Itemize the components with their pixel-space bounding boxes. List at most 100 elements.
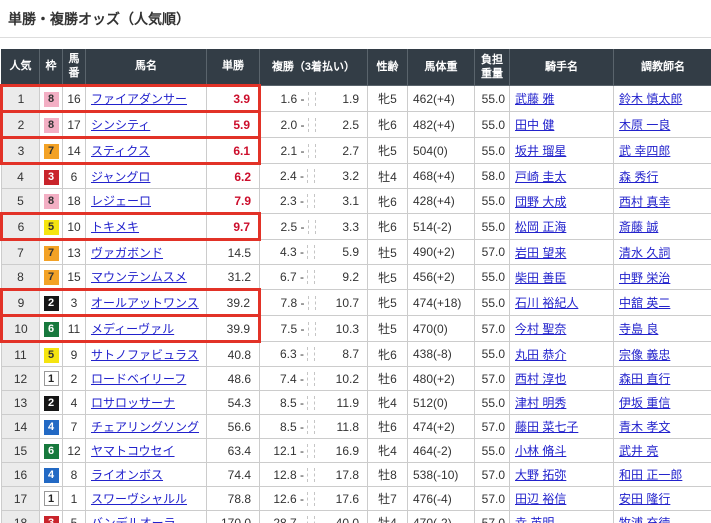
horse-name-link[interactable]: バンデルオーラ <box>91 516 176 523</box>
frame-cell: 6 <box>40 439 63 463</box>
rank-cell: 10 <box>2 316 40 342</box>
sex-age-cell: 牝5 <box>368 290 408 316</box>
horse-name-link[interactable]: レジェーロ <box>91 194 151 208</box>
jockey-link[interactable]: 団野 大成 <box>515 195 566 209</box>
trainer-link[interactable]: 安田 隆行 <box>619 492 670 506</box>
jockey-link[interactable]: 藤田 菜七子 <box>515 420 578 434</box>
jockey-link[interactable]: 松岡 正海 <box>515 220 566 234</box>
trainer-cell: 和田 正一郎 <box>614 463 711 487</box>
trainer-link[interactable]: 鈴木 慎太郎 <box>619 92 682 106</box>
place-odds-cell: 8.5 - 11.9 <box>260 391 368 415</box>
horse-name-link[interactable]: ヴァガボンド <box>91 246 163 260</box>
jockey-link[interactable]: 丸田 恭介 <box>515 348 566 362</box>
horse-name-cell: ヤマトコウセイ <box>86 439 207 463</box>
horse-name-link[interactable]: オールアットワンス <box>91 296 199 310</box>
horse-name-link[interactable]: ヤマトコウセイ <box>91 444 175 458</box>
jockey-link[interactable]: 大野 拓弥 <box>515 468 566 482</box>
frame-badge: 1 <box>44 491 59 506</box>
jockey-link[interactable]: 石川 裕紀人 <box>515 296 578 310</box>
trainer-link[interactable]: 和田 正一郎 <box>619 468 682 482</box>
table-header: 人気 枠 馬番 馬名 単勝 複勝（3着払い） 性齢 馬体重 負担 重量 騎手名 … <box>2 50 711 86</box>
place-odds-high: 2.7 <box>315 144 368 158</box>
jockey-link[interactable]: 西村 淳也 <box>515 372 566 386</box>
place-odds-low: 2.1 - <box>261 144 309 158</box>
trainer-link[interactable]: 清水 久詞 <box>619 246 670 260</box>
table-row: 13 2 4 ロサロッサーナ 54.3 8.5 - 11.9 牝4 512(0)… <box>2 391 711 415</box>
jockey-link[interactable]: 津村 明秀 <box>515 396 566 410</box>
trainer-link[interactable]: 西村 真幸 <box>619 195 670 209</box>
trainer-link[interactable]: 伊坂 重信 <box>619 396 670 410</box>
horse-name-link[interactable]: ファイアダンサー <box>91 92 187 106</box>
sex-age-cell: 牝6 <box>368 112 408 138</box>
horse-weight-cell: 470(-2) <box>408 511 475 523</box>
place-odds-low: 7.4 - <box>260 372 308 386</box>
jockey-link[interactable]: 坂井 瑠星 <box>515 144 566 158</box>
place-odds-low: 2.4 - <box>260 169 308 183</box>
frame-badge: 3 <box>44 170 59 185</box>
horse-name-link[interactable]: トキメキ <box>91 220 139 234</box>
horse-name-link[interactable]: チェアリングソング <box>91 420 199 434</box>
trainer-link[interactable]: 宗像 義忠 <box>619 348 670 362</box>
sex-age-cell: 牝4 <box>368 439 408 463</box>
rank-cell: 3 <box>2 138 40 164</box>
horse-name-link[interactable]: ジャングロ <box>91 170 150 184</box>
jockey-cell: 田辺 裕信 <box>510 487 614 511</box>
horse-name-link[interactable]: スワーヴシャルル <box>91 492 187 506</box>
horse-name-cell: レジェーロ <box>86 189 207 214</box>
trainer-link[interactable]: 森 秀行 <box>619 170 658 184</box>
horse-name-link[interactable]: シンシティ <box>91 118 150 132</box>
horse-weight-cell: 538(-10) <box>408 463 475 487</box>
jockey-link[interactable]: 田辺 裕信 <box>515 492 566 506</box>
jockey-link[interactable]: 柴田 善臣 <box>515 271 566 285</box>
jockey-link[interactable]: 田中 健 <box>515 118 554 132</box>
win-odds-cell: 7.9 <box>207 189 260 214</box>
place-odds-low: 4.3 - <box>260 245 308 259</box>
place-odds-cell: 8.5 - 11.8 <box>260 415 368 439</box>
trainer-link[interactable]: 青木 孝文 <box>619 420 670 434</box>
place-odds-cell: 2.5 - 3.3 <box>260 214 368 240</box>
rank-cell: 13 <box>2 391 40 415</box>
jockey-link[interactable]: 小林 脩斗 <box>515 444 566 458</box>
jockey-cell: 戸崎 圭太 <box>510 164 614 189</box>
rank-cell: 15 <box>2 439 40 463</box>
carried-weight-cell: 55.0 <box>475 265 510 290</box>
trainer-link[interactable]: 斎藤 誠 <box>619 220 658 234</box>
horse-name-link[interactable]: スティクス <box>91 144 150 158</box>
place-odds-cell: 2.0 - 2.5 <box>260 112 368 138</box>
win-odds-cell: 14.5 <box>207 240 260 265</box>
trainer-cell: 宗像 義忠 <box>614 342 711 367</box>
place-odds-high: 1.9 <box>315 92 368 106</box>
odds-table: 人気 枠 馬番 馬名 単勝 複勝（3着払い） 性齢 馬体重 負担 重量 騎手名 … <box>0 49 711 523</box>
horse-name-cell: サトノファビュラス <box>86 342 207 367</box>
trainer-link[interactable]: 武井 亮 <box>619 444 658 458</box>
trainer-link[interactable]: 中舘 英二 <box>619 296 670 310</box>
jockey-link[interactable]: 武藤 雅 <box>515 92 554 106</box>
horse-name-link[interactable]: メディーヴァル <box>91 322 174 336</box>
horse-name-cell: ライオンボス <box>86 463 207 487</box>
trainer-link[interactable]: 中野 栄治 <box>619 271 670 285</box>
carried-weight-cell: 57.0 <box>475 316 510 342</box>
trainer-link[interactable]: 森田 直行 <box>619 372 670 386</box>
trainer-cell: 中野 栄治 <box>614 265 711 290</box>
jockey-link[interactable]: 幸 英明 <box>515 516 554 523</box>
carried-weight-cell: 55.0 <box>475 189 510 214</box>
jockey-link[interactable]: 岩田 望来 <box>515 246 566 260</box>
carried-weight-cell: 58.0 <box>475 164 510 189</box>
horse-name-link[interactable]: サトノファビュラス <box>91 348 199 362</box>
trainer-link[interactable]: 木原 一良 <box>619 118 670 132</box>
jockey-link[interactable]: 戸崎 圭太 <box>515 170 566 184</box>
trainer-link[interactable]: 牧浦 充徳 <box>619 516 670 523</box>
jockey-link[interactable]: 今村 聖奈 <box>515 322 566 336</box>
trainer-link[interactable]: 武 幸四郎 <box>619 144 670 158</box>
table-row: 6 5 10 トキメキ 9.7 2.5 - 3.3 牝6 514(-2) 55.… <box>2 214 711 240</box>
horse-name-link[interactable]: マウンテンムスメ <box>91 270 187 284</box>
place-odds-high: 3.3 <box>315 220 368 234</box>
horse-weight-cell: 438(-8) <box>408 342 475 367</box>
trainer-cell: 清水 久詞 <box>614 240 711 265</box>
jockey-cell: 小林 脩斗 <box>510 439 614 463</box>
horse-name-link[interactable]: ライオンボス <box>91 468 163 482</box>
col-header-place-odds: 複勝（3着払い） <box>260 50 368 86</box>
horse-name-link[interactable]: ロサロッサーナ <box>91 396 175 410</box>
trainer-link[interactable]: 寺島 良 <box>619 322 658 336</box>
horse-name-link[interactable]: ロードベイリーフ <box>91 372 186 386</box>
